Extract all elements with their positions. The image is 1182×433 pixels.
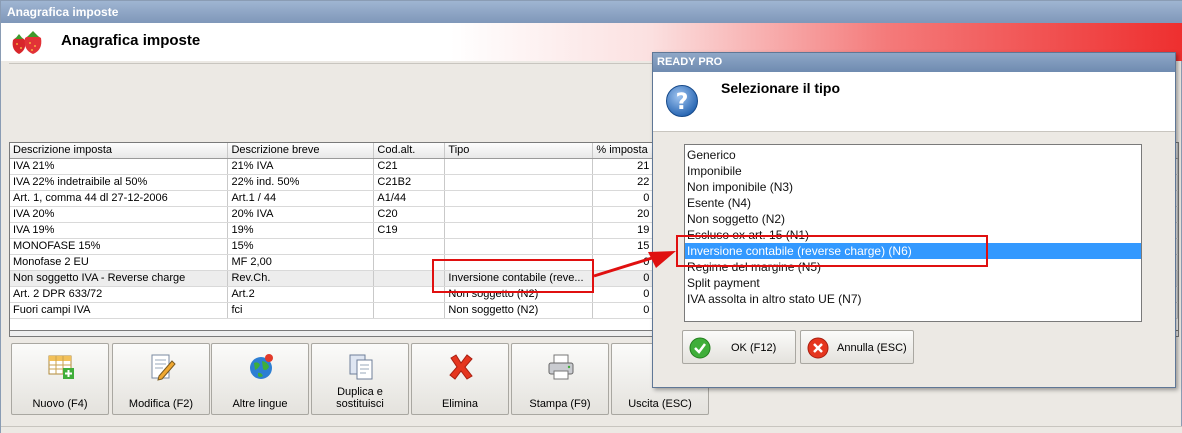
cell: Art.1 / 44	[227, 190, 375, 207]
delete-button[interactable]: Elimina	[411, 343, 509, 415]
copy-documents-icon	[349, 354, 373, 380]
cell: Art.2	[227, 286, 375, 303]
grid-add-icon	[48, 355, 74, 379]
status-bar	[1, 426, 1182, 433]
cell: Rev.Ch.	[227, 270, 375, 287]
cell	[444, 206, 594, 223]
question-icon: ?	[666, 85, 698, 117]
cell: Non soggetto IVA - Reverse charge	[10, 270, 229, 287]
duplicate-button[interactable]: Duplica e sostituisci	[311, 343, 409, 415]
cell: 21	[592, 158, 654, 175]
delete-button-label: Elimina	[441, 398, 479, 410]
cell: 0	[592, 254, 654, 271]
checkmark-icon	[689, 337, 711, 359]
list-item[interactable]: Generico	[685, 147, 1141, 163]
list-item[interactable]: Non soggetto (N2)	[685, 211, 1141, 227]
window-title: Anagrafica imposte	[7, 5, 119, 19]
cell	[444, 190, 594, 207]
svg-text:?: ?	[676, 90, 689, 115]
cell: MF 2,00	[227, 254, 375, 271]
cell: Monofase 2 EU	[10, 254, 229, 271]
cell: C21B2	[373, 174, 446, 191]
cell: IVA 20%	[10, 206, 229, 223]
highlight-box-cell	[432, 259, 594, 293]
ok-button[interactable]: OK (F12)	[682, 330, 796, 364]
cell: 0	[592, 270, 654, 287]
cell: 22% ind. 50%	[227, 174, 375, 191]
cell: Art. 2 DPR 633/72	[10, 286, 229, 303]
cell	[373, 238, 446, 255]
column-header[interactable]: Tipo	[444, 143, 594, 159]
cell: 22	[592, 174, 654, 191]
cell: Art. 1, comma 44 dl 27-12-2006	[10, 190, 229, 207]
duplicate-button-label: Duplica e sostituisci	[336, 386, 384, 410]
dialog-question: Selezionare il tipo	[721, 80, 841, 96]
cell: 0	[592, 286, 654, 303]
globe-icon	[250, 354, 273, 379]
ok-button-label: OK (F12)	[731, 342, 777, 354]
cell: 15%	[227, 238, 375, 255]
list-item[interactable]: Imponibile	[685, 163, 1141, 179]
cancel-button[interactable]: Annulla (ESC)	[800, 330, 914, 364]
cell	[444, 222, 594, 239]
select-type-dialog: READY PRO ? Selezionare il tipo Generico…	[652, 52, 1176, 388]
cell: A1/44	[373, 190, 446, 207]
edit-document-icon	[151, 354, 176, 381]
languages-button-label: Altre lingue	[232, 398, 288, 410]
list-item[interactable]: IVA assolta in altro stato UE (N7)	[685, 291, 1141, 307]
cell: 15	[592, 238, 654, 255]
cell: 19%	[227, 222, 375, 239]
strawberry-logo-icon	[12, 31, 42, 54]
dialog-titlebar: READY PRO	[653, 53, 1175, 72]
print-button-label: Stampa (F9)	[529, 398, 591, 410]
cell	[444, 238, 594, 255]
list-item[interactable]: Split payment	[685, 275, 1141, 291]
cancel-icon	[807, 337, 829, 359]
column-header[interactable]: Descrizione imposta	[10, 143, 229, 159]
languages-button[interactable]: Altre lingue	[211, 343, 309, 415]
column-header[interactable]: Descrizione breve	[227, 143, 375, 159]
window-titlebar: Anagrafica imposte	[1, 1, 1182, 23]
cell: C20	[373, 206, 446, 223]
cell: C21	[373, 158, 446, 175]
cell: 19	[592, 222, 654, 239]
column-header[interactable]: % imposta	[592, 143, 654, 159]
cell	[444, 158, 594, 175]
highlight-box-list-item	[676, 235, 988, 267]
cell	[444, 174, 594, 191]
cell: IVA 22% indetraibile al 50%	[10, 174, 229, 191]
cell: 0	[592, 190, 654, 207]
type-listbox[interactable]: Generico Imponibile Non imponibile (N3) …	[684, 144, 1142, 322]
cancel-button-label: Annulla (ESC)	[837, 342, 907, 354]
cell: Non soggetto (N2)	[444, 302, 594, 319]
cell: 0	[592, 302, 654, 319]
cell	[373, 302, 446, 319]
edit-button[interactable]: Modifica (F2)	[112, 343, 210, 415]
printer-icon	[548, 354, 574, 380]
new-button-label: Nuovo (F4)	[32, 398, 88, 410]
red-x-icon	[449, 354, 473, 380]
list-item[interactable]: Esente (N4)	[685, 195, 1141, 211]
cell: Fuori campi IVA	[10, 302, 229, 319]
cell: MONOFASE 15%	[10, 238, 229, 255]
dialog-header: ? Selezionare il tipo	[653, 72, 1175, 132]
page-title: Anagrafica imposte	[61, 32, 201, 49]
dialog-title: READY PRO	[657, 56, 723, 68]
cell: fci	[227, 302, 375, 319]
cell: 20% IVA	[227, 206, 375, 223]
cell: IVA 19%	[10, 222, 229, 239]
new-button[interactable]: Nuovo (F4)	[11, 343, 109, 415]
cell: C19	[373, 222, 446, 239]
cell: 21% IVA	[227, 158, 375, 175]
cell: 20	[592, 206, 654, 223]
cell: IVA 21%	[10, 158, 229, 175]
print-button[interactable]: Stampa (F9)	[511, 343, 609, 415]
edit-button-label: Modifica (F2)	[128, 398, 194, 410]
exit-button-label: Uscita (ESC)	[628, 398, 692, 410]
column-header[interactable]: Cod.alt.	[373, 143, 446, 159]
list-item[interactable]: Non imponibile (N3)	[685, 179, 1141, 195]
